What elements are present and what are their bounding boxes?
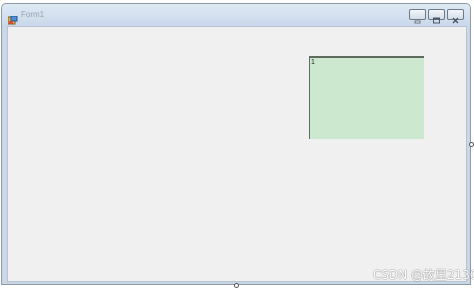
resize-handle-bottom[interactable] [234, 283, 239, 288]
screen: Form1 1 CSDN @故里2130 [0, 0, 474, 288]
title-bar[interactable]: Form1 [2, 4, 470, 26]
green-panel[interactable]: 1 [309, 56, 424, 139]
form-window: Form1 1 [1, 3, 471, 285]
close-button[interactable] [447, 9, 464, 24]
form-client-area[interactable]: 1 [7, 26, 467, 282]
form-icon[interactable] [7, 10, 18, 25]
maximize-icon [429, 10, 444, 24]
panel-label: 1 [311, 59, 315, 66]
close-icon [448, 10, 463, 24]
window-title: Form1 [21, 10, 45, 19]
minimize-button[interactable] [409, 9, 426, 24]
maximize-button[interactable] [428, 9, 445, 24]
minimize-icon [410, 10, 425, 24]
resize-handle-right[interactable] [469, 142, 474, 147]
watermark: CSDN @故里2130 [373, 268, 474, 282]
